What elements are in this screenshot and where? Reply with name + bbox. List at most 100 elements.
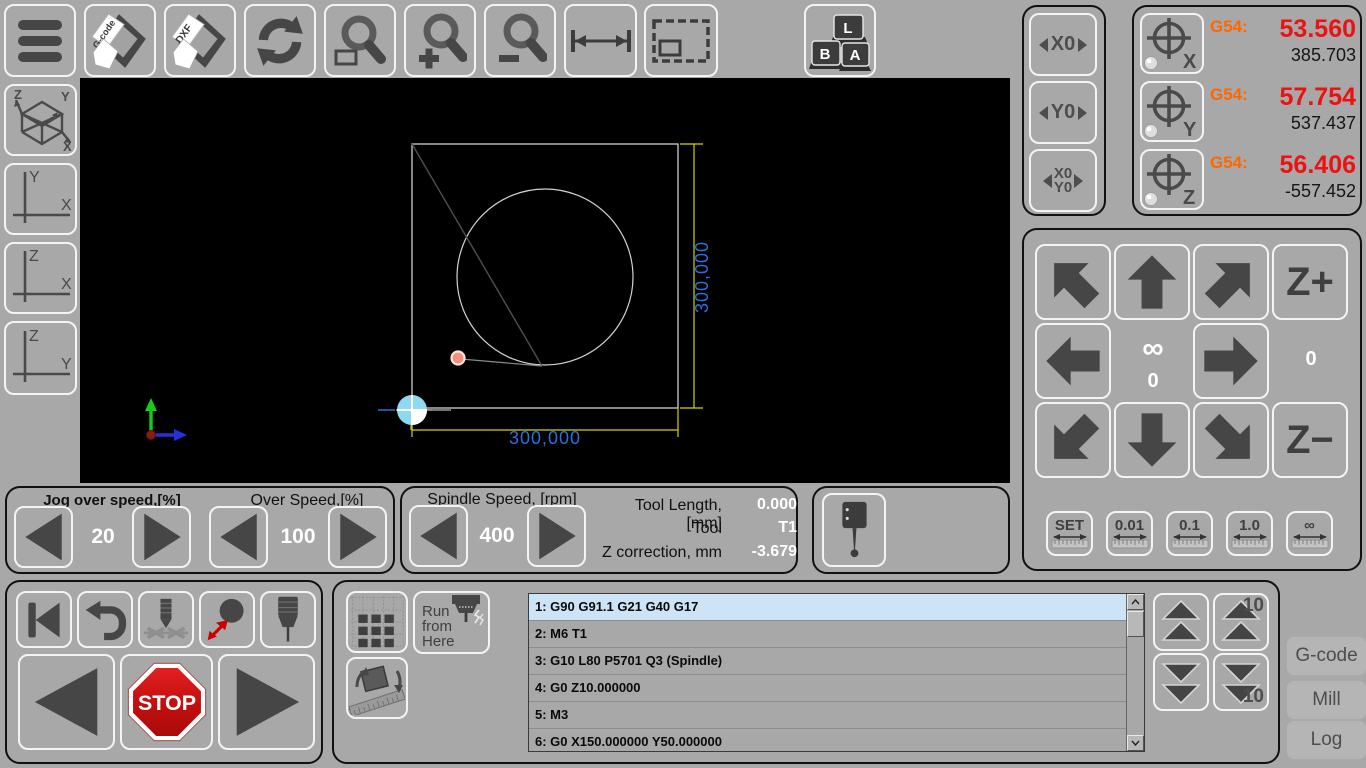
run-backward-button[interactable] xyxy=(18,654,115,750)
work-coord-x: 53.560 xyxy=(1279,15,1356,43)
scrollbar-up-button[interactable] xyxy=(1127,594,1144,610)
step-set-button[interactable]: SET xyxy=(1046,511,1093,556)
view-3d-button[interactable]: Z Y X xyxy=(4,84,77,156)
jog-right-button[interactable] xyxy=(1193,323,1269,399)
ruler-icon xyxy=(1171,533,1208,548)
jog-down-right-button[interactable] xyxy=(1193,402,1269,478)
rotate-measure-button[interactable] xyxy=(346,657,408,719)
tool-change-position-button[interactable] xyxy=(199,591,255,648)
tab-mill[interactable]: Mill xyxy=(1287,681,1366,719)
gcode-line[interactable]: 2: M6 T1 xyxy=(529,621,1127,648)
gcode-line[interactable]: 3: G10 L80 P5701 Q3 (Spindle) xyxy=(529,648,1127,675)
axes-indicator-icon xyxy=(145,398,187,441)
menu-button[interactable] xyxy=(4,4,76,77)
zero-xy-button[interactable]: X0 Y0 xyxy=(1029,149,1097,212)
keyboard-shortcuts-button[interactable]: L B A xyxy=(804,4,876,77)
run-from-here-button[interactable]: Run from Here xyxy=(413,591,490,654)
run-forward-button[interactable] xyxy=(218,654,315,750)
zoom-window-button[interactable] xyxy=(324,4,396,77)
gcode-scrollbar[interactable] xyxy=(1126,594,1144,751)
svg-text:Y: Y xyxy=(1183,119,1197,139)
zero-panel: X0 Y0 X0 Y0 xyxy=(1022,5,1106,216)
goto-z-zero-button[interactable]: Z xyxy=(1140,149,1204,210)
zoom-out-button[interactable] xyxy=(484,4,556,77)
stop-button[interactable]: STOP xyxy=(120,654,213,750)
jog-down-left-button[interactable] xyxy=(1035,402,1111,478)
toolpath-canvas[interactable]: 300,000 300,000 xyxy=(80,78,1010,483)
svg-text:Z: Z xyxy=(14,88,22,102)
gcode-list[interactable]: 1: G90 G91.1 G21 G40 G17 2: M6 T1 3: G10… xyxy=(528,593,1145,752)
open-dxf-button[interactable]: DXF xyxy=(164,4,236,77)
scroll-up-one-button[interactable] xyxy=(1153,593,1209,651)
gcode-line[interactable]: 6: G0 X150.000000 Y50.000000 xyxy=(529,729,1127,751)
jog-up-right-button[interactable] xyxy=(1193,244,1269,320)
spindle-tool-panel: Spindle Speed, [rpm] 400 Tool Length, [m… xyxy=(400,486,798,574)
zero-x-button[interactable]: X0 xyxy=(1029,13,1097,76)
step-1-0-label: 1.0 xyxy=(1239,516,1260,534)
work-coord-z: 56.406 xyxy=(1279,151,1356,179)
spindle-speed-increase-button[interactable] xyxy=(527,505,586,567)
machine-coord-x: 385.703 xyxy=(1290,45,1356,65)
arrow-in-right-icon xyxy=(1074,173,1084,188)
return-button[interactable] xyxy=(77,591,133,648)
jog-z-minus-button[interactable]: Z− xyxy=(1272,402,1348,478)
spindle-speed-decrease-button[interactable] xyxy=(409,505,468,567)
transport-panel: STOP xyxy=(5,580,323,764)
tab-log[interactable]: Log xyxy=(1287,721,1366,759)
refresh-button[interactable] xyxy=(244,4,316,77)
grid-array-button[interactable] xyxy=(346,591,408,653)
scroll-up-ten-button[interactable]: 10 xyxy=(1213,593,1269,651)
svg-text:A: A xyxy=(850,47,861,64)
scrollbar-thumb[interactable] xyxy=(1127,611,1144,637)
tab-gcode[interactable]: G-code xyxy=(1287,637,1366,675)
tool-down-button[interactable] xyxy=(138,591,194,648)
scroll-down-one-button[interactable] xyxy=(1153,653,1209,711)
tab-gcode-label: G-code xyxy=(1295,645,1358,666)
skip-to-start-icon xyxy=(28,602,60,637)
goto-x-zero-button[interactable]: X xyxy=(1140,13,1204,74)
view-xy-button[interactable]: Y X xyxy=(4,163,77,235)
open-gcode-button[interactable]: G-code xyxy=(84,4,156,77)
keyboard-icon: L B A xyxy=(809,13,871,71)
gcode-line[interactable]: 1: G90 G91.1 G21 G40 G17 xyxy=(529,594,1127,621)
view-zx-button[interactable]: Z X xyxy=(4,242,77,314)
fit-view-button[interactable] xyxy=(644,4,718,77)
zoom-in-button[interactable] xyxy=(404,4,476,77)
scrollbar-down-button[interactable] xyxy=(1127,735,1144,751)
gcode-line[interactable]: 5: M3 xyxy=(529,702,1127,729)
jog-z-plus-button[interactable]: Z+ xyxy=(1272,244,1348,320)
view-zy-button[interactable]: Z Y xyxy=(4,321,77,395)
z-plus-label: Z+ xyxy=(1286,259,1334,304)
zero-y-button[interactable]: Y0 xyxy=(1029,81,1097,144)
goto-start-button[interactable] xyxy=(16,591,72,648)
zero-x-label: X0 xyxy=(1050,33,1076,55)
jog-up-left-button[interactable] xyxy=(1035,244,1111,320)
step-0-1-button[interactable]: 0.1 xyxy=(1166,511,1213,556)
goto-y-zero-button[interactable]: Y xyxy=(1140,81,1204,142)
jog-left-button[interactable] xyxy=(1035,323,1111,399)
arrow-down-right-icon xyxy=(1204,413,1250,459)
jog-down-button[interactable] xyxy=(1114,402,1190,478)
step-continuous-button[interactable]: ∞ xyxy=(1286,511,1333,556)
jog-up-button[interactable] xyxy=(1114,244,1190,320)
jog-speed-increase-button[interactable] xyxy=(132,506,191,568)
scroll-down-ten-button[interactable]: 10 xyxy=(1213,653,1269,711)
scroll-step-label: 10 xyxy=(1242,686,1264,707)
over-speed-decrease-button[interactable] xyxy=(209,506,268,568)
measure-button[interactable] xyxy=(564,4,637,77)
arrow-in-right-icon xyxy=(1078,37,1088,52)
cnc-controller-window: G-code DXF L B A Z Y X Y X Z X Z Y 300,0… xyxy=(0,0,1366,768)
gcode-line[interactable]: 4: G0 Z10.000000 xyxy=(529,675,1127,702)
jog-speed-decrease-button[interactable] xyxy=(14,506,73,568)
rotate-measure-icon xyxy=(349,665,405,715)
triangle-right-icon xyxy=(339,513,377,561)
z-correction-value: -3.679 xyxy=(751,543,797,560)
step-0-01-button[interactable]: 0.01 xyxy=(1106,511,1153,556)
tool-number-value: T1 xyxy=(778,519,797,536)
spindle-tool-button[interactable] xyxy=(260,591,316,648)
zero-y-label: Y0 xyxy=(1050,101,1076,123)
over-speed-increase-button[interactable] xyxy=(328,506,387,568)
probe-button[interactable] xyxy=(822,493,886,567)
svg-text:Y: Y xyxy=(61,89,70,104)
step-1-0-button[interactable]: 1.0 xyxy=(1226,511,1273,556)
